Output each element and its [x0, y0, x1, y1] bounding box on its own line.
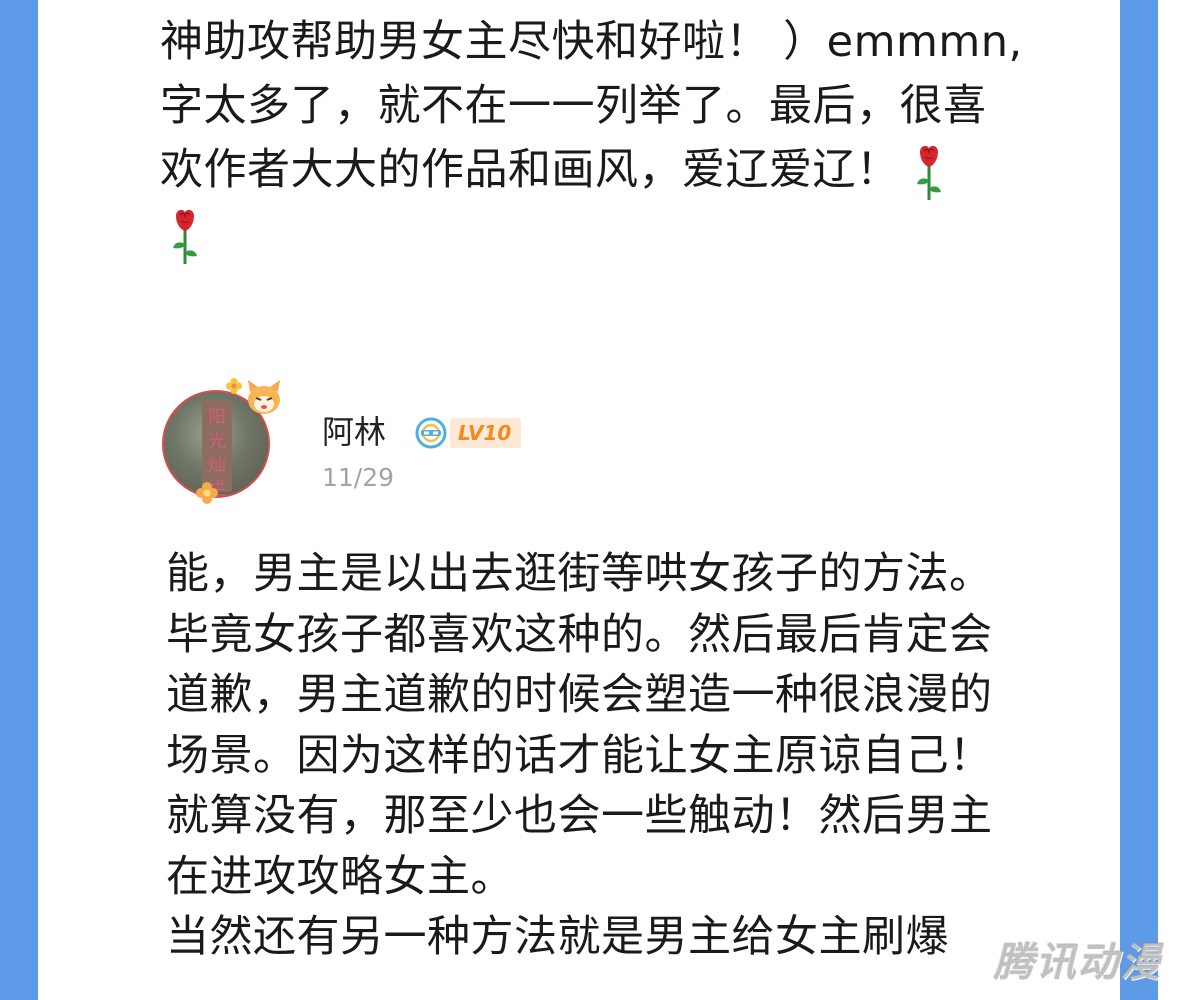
level-emblem-icon — [415, 417, 447, 449]
rose-emoji-icon — [173, 209, 197, 264]
comment-line: 当然还有另一种方法就是男主给女主刷爆 — [166, 912, 949, 962]
previous-comment-line: 字太多了，就不在一一列举了。最后，很喜 — [160, 81, 987, 131]
watermark-logo: 腾讯动漫 — [994, 940, 1162, 986]
comment-line: 场景。因为这样的话才能让女主原谅自己！ — [166, 730, 993, 781]
level-badge: LV10 — [450, 418, 522, 448]
comment-line: 就算没有，那至少也会一些触动！然后男主 — [166, 791, 993, 841]
cat-frame-icon — [248, 380, 280, 414]
previous-comment-line: 欢作者大大的作品和画风，爱辽爱辽！ — [160, 138, 1040, 202]
previous-comment-line: 神助攻帮助男女主尽快和好啦！ ）emmmn, — [160, 17, 1023, 67]
comment-line: 道歉，男主道歉的时候会塑造一种很浪漫的 — [166, 670, 993, 720]
avatar[interactable]: 阳光灿烂 — [156, 378, 286, 508]
flower-icon — [226, 378, 242, 394]
comment-body: 能，男主是以出去逛街等哄女孩子的方法。 毕竟女孩子都喜欢这种的。然后最后肯定会 … — [166, 544, 1066, 968]
rose-emoji-icon — [916, 145, 941, 200]
username[interactable]: 阿林 — [322, 410, 386, 454]
flower-icon — [196, 482, 218, 504]
previous-comment-text: 神助攻帮助男女主尽快和好啦！ ）emmmn, 字太多了，就不在一一列举了。最后，… — [160, 10, 1040, 202]
comment-line: 在进攻攻略女主。 — [166, 851, 514, 902]
right-border-bar — [1120, 0, 1158, 1000]
comment-line: 毕竟女孩子都喜欢这种的。然后最后肯定会 — [166, 609, 993, 660]
left-border-bar — [0, 0, 38, 1000]
comment-line: 能，男主是以出去逛街等哄女孩子的方法。 — [166, 549, 993, 599]
comment-card: 神助攻帮助男女主尽快和好啦！ ）emmmn, 字太多了，就不在一一列举了。最后，… — [38, 0, 1120, 1000]
comment-date: 11/29 — [322, 463, 395, 492]
